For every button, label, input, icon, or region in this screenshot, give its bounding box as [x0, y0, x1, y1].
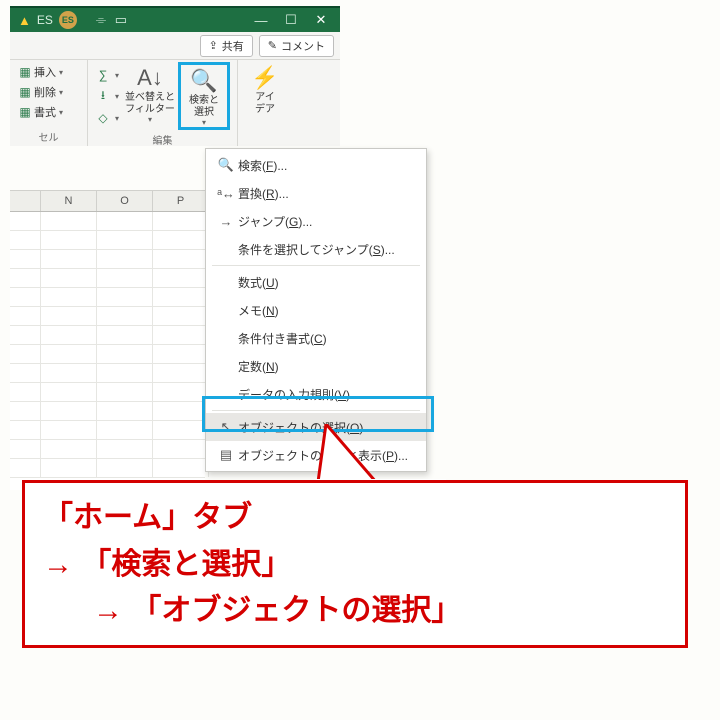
share-bar: ⇪ 共有 ✎ コメント: [10, 32, 340, 60]
chevron-down-icon: ▾: [202, 118, 206, 127]
title-es: ES: [37, 13, 53, 27]
format-button[interactable]: ▦ 書式 ▾: [14, 102, 83, 122]
menu-replace[interactable]: ᵃ↔ 置換(R)...: [206, 179, 426, 207]
ideas-label: アイ デア: [255, 92, 275, 115]
share-icon: ⇪: [209, 39, 218, 52]
find-label: 検索と 選択: [189, 95, 219, 118]
title-bar: ▲ ES ES ⌯ ▭ — ☐ ✕: [10, 6, 340, 32]
group-label-ideas: [242, 115, 284, 130]
callout-line1: 「ホーム」タブ: [43, 495, 667, 542]
col-corner[interactable]: [10, 191, 41, 211]
menu-formulas[interactable]: 数式(U): [206, 268, 426, 296]
menu-goto-label: ジャンプ(G)...: [238, 213, 312, 230]
group-label-editing: 編集: [92, 130, 233, 149]
sort-filter-button[interactable]: A↓ 並べ替えと フィルター ▾: [122, 62, 178, 130]
replace-icon: ᵃ↔: [214, 186, 238, 201]
menu-validation-label: データの入力規則(V)...: [238, 386, 360, 403]
chevron-down-icon: ▾: [59, 68, 63, 77]
minimize-button[interactable]: —: [246, 13, 276, 28]
menu-constants-label: 定数(N): [238, 358, 279, 375]
col-P[interactable]: P: [153, 191, 209, 211]
chevron-down-icon: ▾: [115, 71, 119, 80]
column-headers[interactable]: N O P: [10, 190, 205, 212]
bolt-icon: ⚡: [251, 64, 278, 92]
warning-icon: ▲: [18, 13, 31, 28]
menu-find-label: 検索(F)...: [238, 157, 287, 174]
menu-selection-pane[interactable]: ▤ オブジェクトの選択と表示(P)...: [206, 441, 426, 469]
delete-label: 削除: [34, 84, 56, 100]
magnifier-icon: 🔍: [214, 157, 238, 173]
chevron-down-icon: ▾: [59, 108, 63, 117]
mic-icon[interactable]: ⌯: [91, 12, 111, 28]
chevron-down-icon: ▾: [59, 88, 63, 97]
sort-icon: A↓: [137, 64, 163, 92]
callout-line2: → 「検索と選択」: [43, 542, 667, 589]
menu-selpane-label: オブジェクトの選択と表示(P)...: [238, 447, 408, 464]
fill-icon: ⭳: [94, 86, 112, 107]
comment-icon: ✎: [268, 39, 277, 52]
menu-constants[interactable]: 定数(N): [206, 352, 426, 380]
callout-line3: → 「オブジェクトの選択」: [43, 588, 667, 635]
ribbon: ▦ 挿入 ▾ ▦ 削除 ▾ ▦ 書式 ▾ セル ∑▾ ⭳▾ ◇▾: [10, 60, 340, 146]
menu-goto-special[interactable]: 条件を選択してジャンプ(S)...: [206, 235, 426, 263]
menu-condfmt-label: 条件付き書式(C): [238, 330, 327, 347]
eraser-icon: ◇: [94, 111, 112, 125]
menu-separator: [212, 410, 420, 411]
menu-data-validation[interactable]: データの入力規則(V)...: [206, 380, 426, 408]
group-label-cells: セル: [14, 127, 83, 146]
find-select-button[interactable]: 🔍 検索と 選択 ▾: [178, 62, 230, 130]
menu-separator: [212, 265, 420, 266]
insert-button[interactable]: ▦ 挿入 ▾: [14, 62, 83, 82]
fill-button[interactable]: ⭳▾: [92, 84, 122, 109]
ribbon-display-icon[interactable]: ▭: [111, 12, 131, 28]
format-label: 書式: [34, 104, 56, 120]
clear-button[interactable]: ◇▾: [92, 109, 122, 127]
sort-label: 並べ替えと フィルター: [125, 92, 175, 115]
menu-formulas-label: 数式(U): [238, 274, 279, 291]
share-button[interactable]: ⇪ 共有: [200, 35, 253, 57]
delete-button[interactable]: ▦ 削除 ▾: [14, 82, 83, 102]
menu-select-objects[interactable]: ↖ オブジェクトの選択(O): [206, 413, 426, 441]
menu-find[interactable]: 🔍 検索(F)...: [206, 151, 426, 179]
maximize-button[interactable]: ☐: [276, 12, 306, 28]
format-icon: ▦: [16, 105, 34, 119]
comment-label: コメント: [281, 38, 325, 54]
col-N[interactable]: N: [41, 191, 97, 211]
menu-notes[interactable]: メモ(N): [206, 296, 426, 324]
chevron-down-icon: ▾: [148, 115, 152, 124]
delete-icon: ▦: [16, 85, 34, 99]
cursor-icon: ↖: [214, 419, 238, 435]
col-O[interactable]: O: [97, 191, 153, 211]
pane-icon: ▤: [214, 447, 238, 463]
ribbon-group-editing: ∑▾ ⭳▾ ◇▾ A↓ 並べ替えと フィルター ▾ 🔍 検索と 選択 ▾ 編集: [88, 60, 238, 146]
chevron-down-icon: ▾: [115, 92, 119, 101]
menu-goto[interactable]: → ジャンプ(G)...: [206, 207, 426, 235]
menu-notes-label: メモ(N): [238, 302, 279, 319]
autosum-button[interactable]: ∑▾: [92, 66, 122, 84]
insert-icon: ▦: [16, 65, 34, 79]
worksheet-grid[interactable]: N O P: [10, 190, 205, 490]
close-button[interactable]: ✕: [306, 12, 336, 28]
menu-conditional-formatting[interactable]: 条件付き書式(C): [206, 324, 426, 352]
menu-goto-special-label: 条件を選択してジャンプ(S)...: [238, 241, 395, 258]
ideas-button[interactable]: ⚡ アイ デア: [242, 62, 288, 115]
grid-rows[interactable]: [10, 212, 205, 478]
magnifier-icon: 🔍: [190, 67, 217, 95]
comment-button[interactable]: ✎ コメント: [259, 35, 334, 57]
chevron-down-icon: ▾: [115, 114, 119, 123]
menu-replace-label: 置換(R)...: [238, 185, 289, 202]
insert-label: 挿入: [34, 64, 56, 80]
sigma-icon: ∑: [94, 68, 112, 82]
find-select-menu: 🔍 検索(F)... ᵃ↔ 置換(R)... → ジャンプ(G)... 条件を選…: [205, 148, 427, 472]
annotation-callout: 「ホーム」タブ → 「検索と選択」 → 「オブジェクトの選択」: [22, 480, 688, 648]
menu-selobj-label: オブジェクトの選択(O): [238, 419, 363, 436]
share-label: 共有: [222, 38, 244, 54]
user-badge[interactable]: ES: [59, 11, 77, 29]
ribbon-group-cells: ▦ 挿入 ▾ ▦ 削除 ▾ ▦ 書式 ▾ セル: [10, 60, 88, 146]
arrow-right-icon: →: [214, 214, 238, 229]
ribbon-group-ideas: ⚡ アイ デア: [238, 60, 288, 146]
